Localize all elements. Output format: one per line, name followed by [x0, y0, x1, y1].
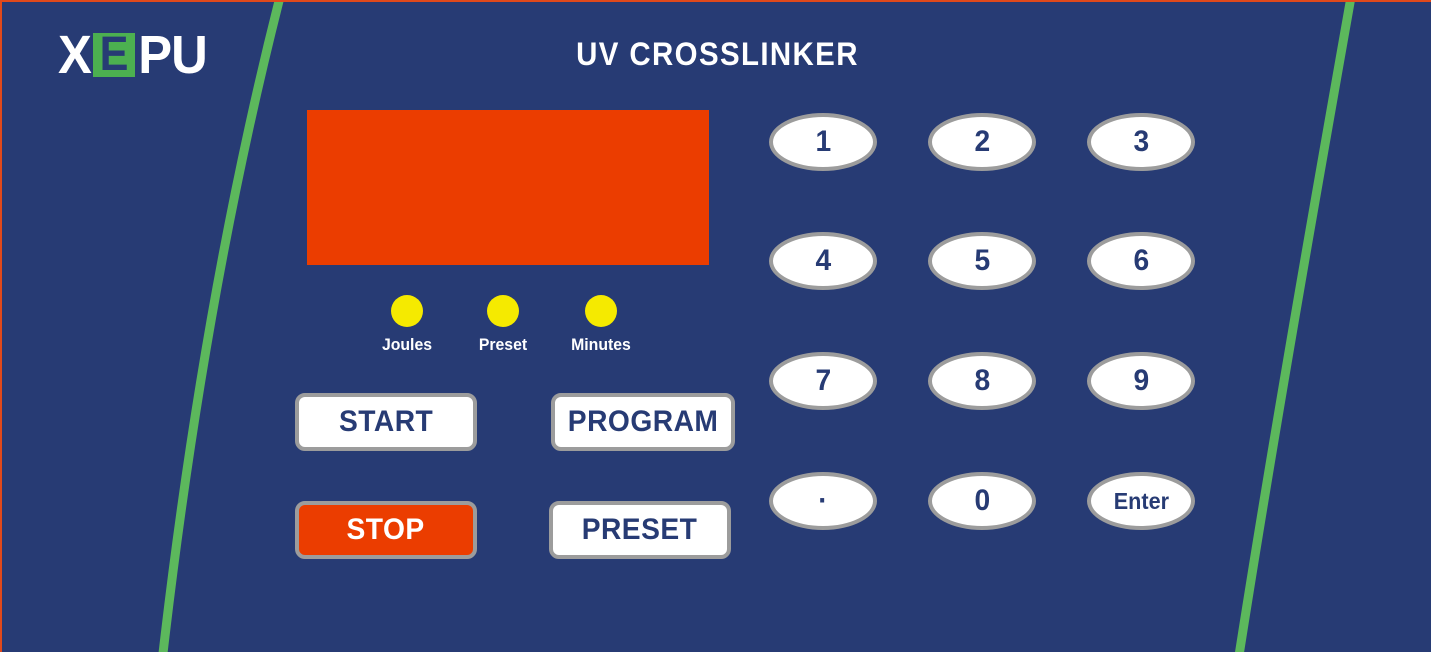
keypad-key-enter[interactable]: Enter [1087, 472, 1195, 530]
indicator-minutes: Minutes [553, 295, 649, 355]
keypad-key-9[interactable]: 9 [1087, 352, 1195, 410]
green-curve-right [1235, 2, 1355, 652]
preset-button[interactable]: PRESET [549, 501, 731, 559]
indicator-label-minutes: Minutes [571, 335, 631, 354]
keypad-key-2[interactable]: 2 [928, 113, 1036, 171]
start-button[interactable]: START [295, 393, 477, 451]
keypad-key-6-label: 6 [1133, 244, 1149, 277]
keypad-key-6[interactable]: 6 [1087, 232, 1195, 290]
start-button-label: START [338, 405, 434, 438]
program-button[interactable]: PROGRAM [551, 393, 735, 451]
keypad-key-decimal-point[interactable]: · [769, 472, 877, 530]
keypad-key-8[interactable]: 8 [928, 352, 1036, 410]
indicator-joules: Joules [359, 295, 455, 355]
keypad-key-5[interactable]: 5 [928, 232, 1036, 290]
readout-display [307, 110, 709, 265]
stop-button-label: STOP [346, 513, 426, 546]
led-minutes [585, 295, 617, 327]
keypad-key-8-label: 8 [974, 364, 990, 397]
keypad-key-9-label: 9 [1133, 364, 1149, 397]
indicator-label-preset: Preset [478, 335, 528, 354]
keypad-key-5-label: 5 [974, 244, 990, 277]
keypad-key-3[interactable]: 3 [1087, 113, 1195, 171]
stop-button[interactable]: STOP [295, 501, 477, 559]
page-title: UV CROSSLINKER [576, 36, 859, 72]
keypad-key-4[interactable]: 4 [769, 232, 877, 290]
keypad-key-0-label: 0 [974, 484, 990, 517]
keypad-key-0[interactable]: 0 [928, 472, 1036, 530]
green-curve-left [158, 2, 284, 652]
led-preset [487, 295, 519, 327]
led-joules [391, 295, 423, 327]
keypad-key-decimal-point-label: · [818, 484, 828, 517]
keypad-key-1[interactable]: 1 [769, 113, 877, 171]
keypad-key-enter-label: Enter [1113, 487, 1169, 514]
keypad-key-3-label: 3 [1133, 125, 1149, 158]
keypad-key-7-label: 7 [815, 364, 831, 397]
indicator-preset: Preset [455, 295, 551, 355]
uv-crosslinker-control-panel: X E PU UV CROSSLINKER Joules Preset Minu… [0, 0, 1431, 652]
preset-button-label: PRESET [582, 513, 698, 546]
keypad-key-1-label: 1 [815, 125, 831, 158]
keypad-key-4-label: 4 [815, 244, 831, 277]
keypad-key-2-label: 2 [974, 125, 990, 158]
indicator-label-joules: Joules [381, 335, 433, 354]
program-button-label: PROGRAM [567, 405, 719, 438]
keypad-key-7[interactable]: 7 [769, 352, 877, 410]
